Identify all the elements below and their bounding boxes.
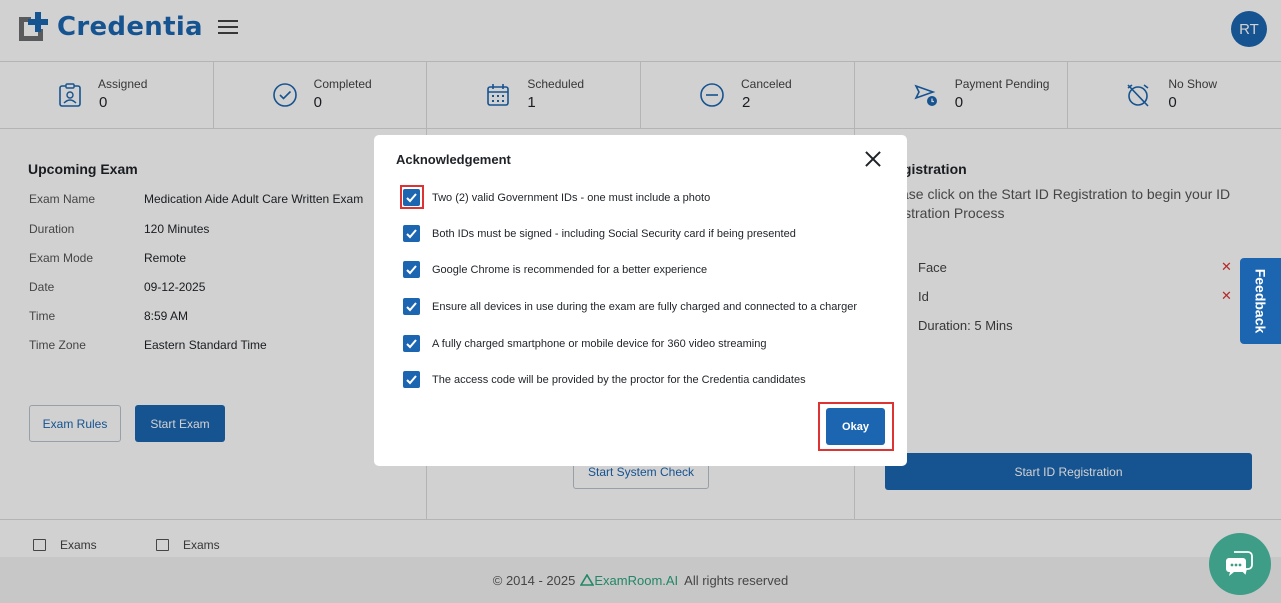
feedback-label: Feedback: [1252, 268, 1269, 334]
acknowledgement-item[interactable]: A fully charged smartphone or mobile dev…: [403, 335, 766, 352]
checkbox-checked[interactable]: [403, 298, 420, 315]
dialog-title: Acknowledgement: [396, 152, 511, 167]
acknowledgement-item[interactable]: Two (2) valid Government IDs - one must …: [403, 189, 710, 206]
acknowledgement-item[interactable]: Ensure all devices in use during the exa…: [403, 298, 857, 315]
item-text: Ensure all devices in use during the exa…: [432, 300, 857, 313]
item-text: Two (2) valid Government IDs - one must …: [432, 191, 711, 204]
acknowledgement-item[interactable]: The access code will be provided by the …: [403, 371, 806, 388]
checkbox-checked[interactable]: [403, 261, 420, 278]
chat-button[interactable]: [1209, 533, 1271, 595]
checkbox-checked[interactable]: [403, 225, 420, 242]
acknowledgement-dialog: Acknowledgement Two (2) valid Government…: [374, 135, 907, 466]
item-text: Both IDs must be signed - including Soci…: [432, 227, 796, 240]
acknowledgement-item[interactable]: Google Chrome is recommended for a bette…: [403, 261, 707, 278]
highlight-box: [400, 185, 424, 209]
chat-bubble-icon: [1226, 551, 1253, 576]
close-icon[interactable]: [864, 150, 882, 168]
item-text: The access code will be provided by the …: [432, 373, 806, 386]
checkbox-checked[interactable]: [403, 371, 420, 388]
feedback-tab[interactable]: Feedback: [1240, 258, 1281, 344]
item-text: A fully charged smartphone or mobile dev…: [432, 337, 767, 350]
highlight-box: [818, 402, 894, 451]
acknowledgement-item[interactable]: Both IDs must be signed - including Soci…: [403, 225, 796, 242]
item-text: Google Chrome is recommended for a bette…: [432, 263, 708, 276]
checkbox-checked[interactable]: [403, 335, 420, 352]
